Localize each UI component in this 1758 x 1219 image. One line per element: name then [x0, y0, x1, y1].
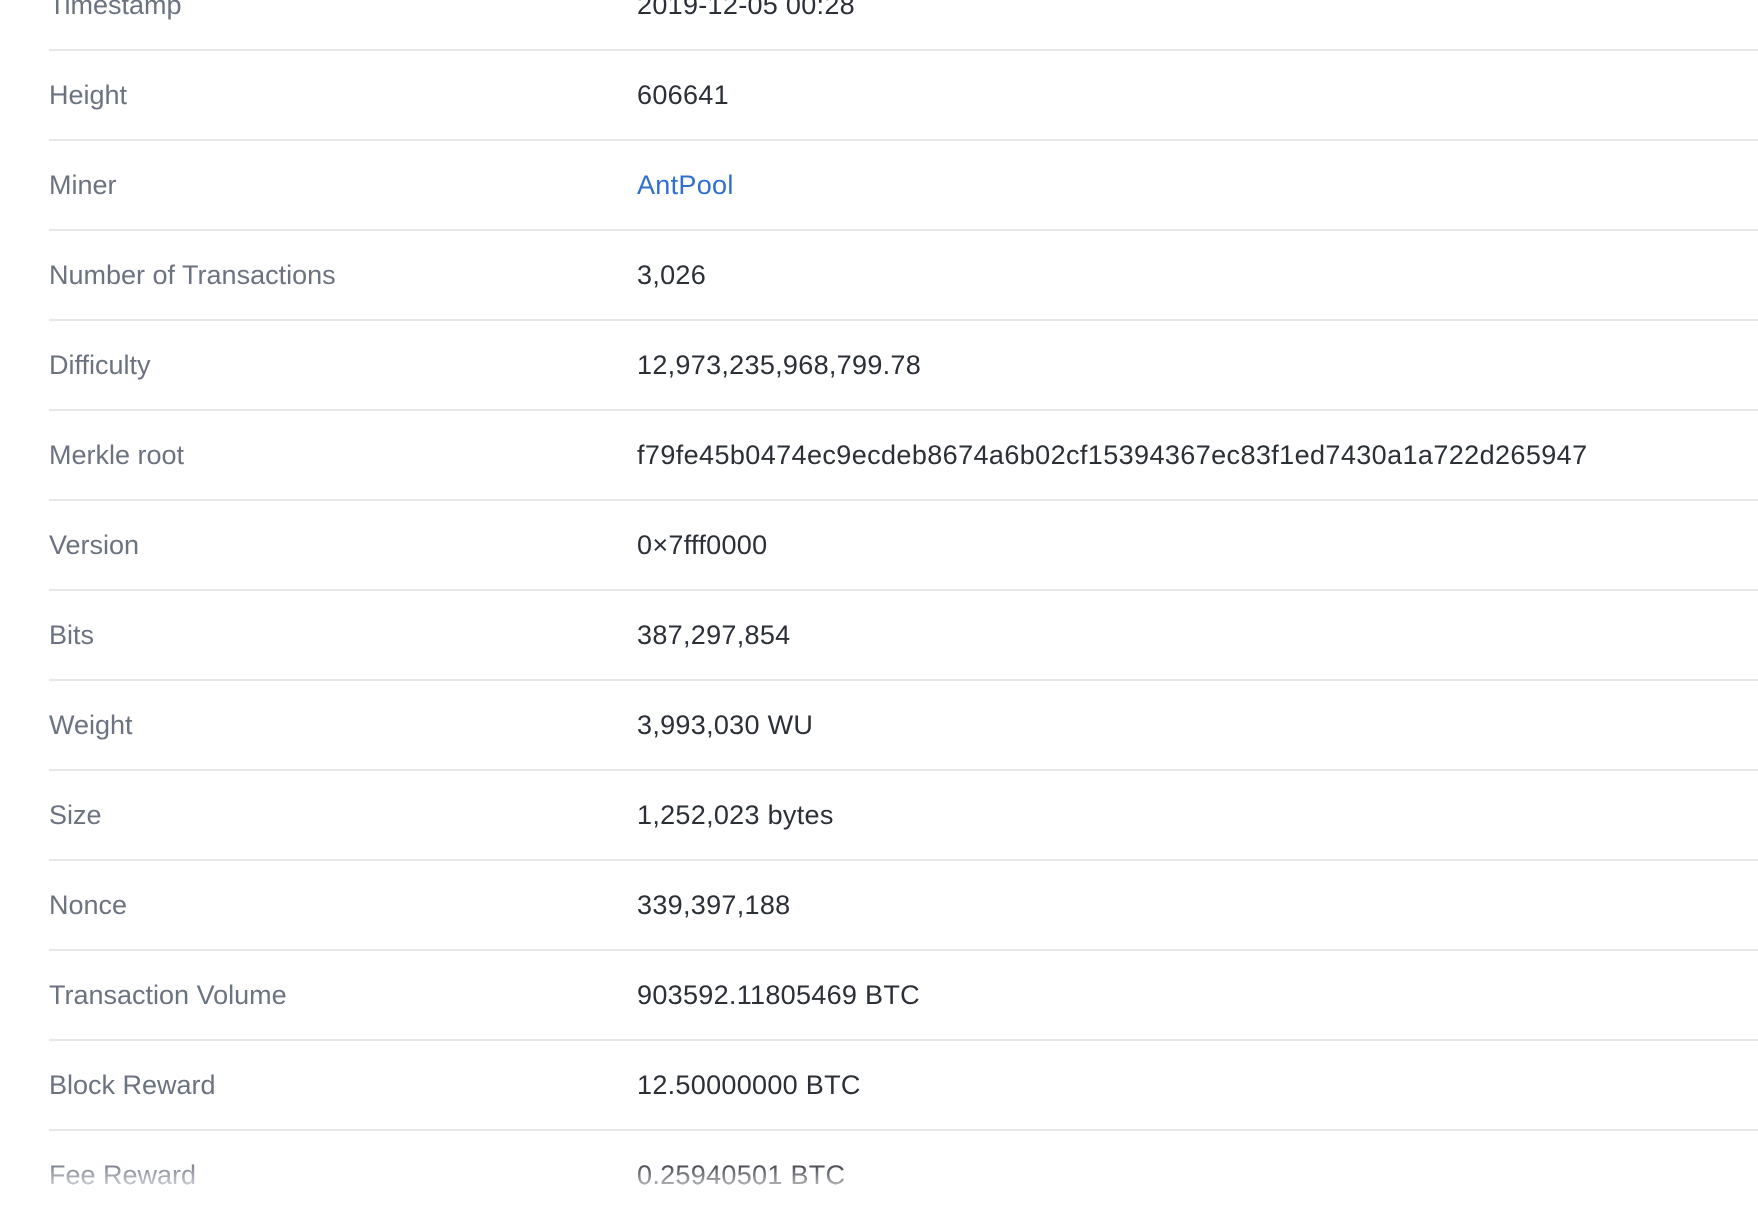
- difficulty-value: 12,973,235,968,799.78: [637, 321, 921, 409]
- timestamp-value: 2019-12-05 00:28: [637, 0, 855, 49]
- block-reward-value: 12.50000000 BTC: [637, 1041, 861, 1129]
- bits-label: Bits: [49, 591, 94, 679]
- weight-value: 3,993,030 WU: [637, 681, 813, 769]
- row-merkle-root: Merkle root f79fe45b0474ec9ecdeb8674a6b0…: [49, 411, 1758, 501]
- size-value: 1,252,023 bytes: [637, 771, 834, 859]
- timestamp-label: Timestamp: [49, 0, 182, 49]
- row-difficulty: Difficulty 12,973,235,968,799.78: [49, 321, 1758, 411]
- fee-reward-label: Fee Reward: [49, 1131, 196, 1219]
- merkle-root-value: f79fe45b0474ec9ecdeb8674a6b02cf15394367e…: [637, 411, 1588, 499]
- block-reward-label: Block Reward: [49, 1041, 216, 1129]
- height-value: 606641: [637, 51, 729, 139]
- nonce-value: 339,397,188: [637, 861, 790, 949]
- row-number-of-transactions: Number of Transactions 3,026: [49, 231, 1758, 321]
- miner-label: Miner: [49, 141, 117, 229]
- bits-value: 387,297,854: [637, 591, 790, 679]
- number-of-transactions-label: Number of Transactions: [49, 231, 336, 319]
- miner-link[interactable]: AntPool: [637, 141, 734, 229]
- fee-reward-value: 0.25940501 BTC: [637, 1131, 845, 1219]
- version-value: 0×7fff0000: [637, 501, 767, 589]
- transaction-volume-value: 903592.11805469 BTC: [637, 951, 920, 1039]
- size-label: Size: [49, 771, 102, 859]
- row-weight: Weight 3,993,030 WU: [49, 681, 1758, 771]
- difficulty-label: Difficulty: [49, 321, 151, 409]
- height-label: Height: [49, 51, 127, 139]
- merkle-root-label: Merkle root: [49, 411, 184, 499]
- row-fee-reward: Fee Reward 0.25940501 BTC: [49, 1131, 1758, 1219]
- row-block-reward: Block Reward 12.50000000 BTC: [49, 1041, 1758, 1131]
- row-nonce: Nonce 339,397,188: [49, 861, 1758, 951]
- block-details-table: Timestamp 2019-12-05 00:28 Height 606641…: [49, 0, 1758, 1219]
- row-transaction-volume: Transaction Volume 903592.11805469 BTC: [49, 951, 1758, 1041]
- number-of-transactions-value: 3,026: [637, 231, 706, 319]
- row-miner: Miner AntPool: [49, 141, 1758, 231]
- row-timestamp: Timestamp 2019-12-05 00:28: [49, 0, 1758, 51]
- row-bits: Bits 387,297,854: [49, 591, 1758, 681]
- row-version: Version 0×7fff0000: [49, 501, 1758, 591]
- row-size: Size 1,252,023 bytes: [49, 771, 1758, 861]
- transaction-volume-label: Transaction Volume: [49, 951, 287, 1039]
- nonce-label: Nonce: [49, 861, 127, 949]
- weight-label: Weight: [49, 681, 133, 769]
- version-label: Version: [49, 501, 139, 589]
- row-height: Height 606641: [49, 51, 1758, 141]
